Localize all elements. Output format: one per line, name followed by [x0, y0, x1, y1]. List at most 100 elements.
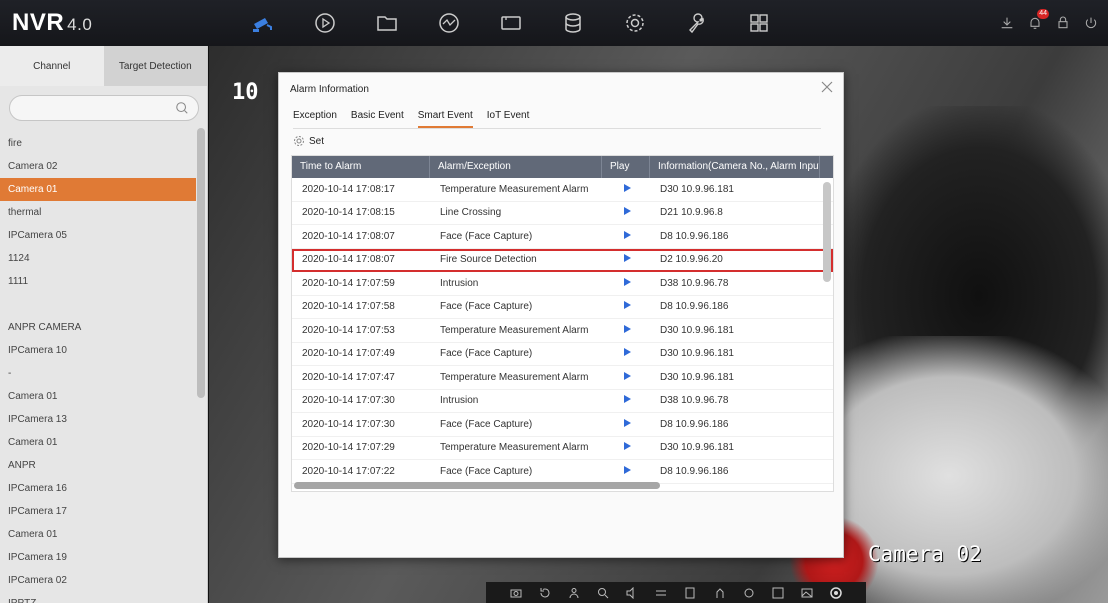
play-button[interactable]: [602, 207, 650, 218]
top-right-controls: 44: [996, 0, 1102, 46]
zoom-icon[interactable]: [596, 586, 610, 600]
tab-target-detection[interactable]: Target Detection: [103, 46, 207, 86]
tab-iot-event[interactable]: IoT Event: [487, 107, 530, 128]
table-row[interactable]: 2020-10-14 17:07:30 Intrusion D38 10.9.96.…: [292, 390, 833, 413]
channel-item[interactable]: ANPR CAMERA: [0, 316, 196, 339]
instant-playback-icon[interactable]: [538, 586, 552, 600]
play-button[interactable]: [602, 465, 650, 477]
channel-item[interactable]: 1111: [0, 270, 196, 293]
play-button[interactable]: [602, 418, 650, 430]
column-information[interactable]: Information(Camera No., Alarm Input: [650, 156, 820, 178]
play-button[interactable]: [602, 183, 650, 195]
maintenance-icon[interactable]: [666, 0, 728, 46]
table-row[interactable]: 2020-10-14 17:07:58 Face (Face Capture) D8…: [292, 296, 833, 319]
file-icon[interactable]: [356, 0, 418, 46]
channel-item[interactable]: IPCamera 10: [0, 339, 196, 362]
play-button[interactable]: [602, 442, 650, 453]
channel-item[interactable]: thermal: [0, 201, 196, 224]
play-button[interactable]: [602, 324, 650, 336]
database-icon[interactable]: [542, 0, 604, 46]
table-row[interactable]: 2020-10-14 17:08:07 Face (Face Capture) D8…: [292, 225, 833, 249]
lock-icon[interactable]: [1052, 12, 1074, 34]
channel-item[interactable]: [0, 293, 196, 316]
table-row[interactable]: 2020-10-14 17:08:07 Fire Source Detection…: [292, 248, 833, 272]
tab-smart-event[interactable]: Smart Event: [417, 107, 473, 128]
play-icon: [624, 348, 631, 357]
power-icon[interactable]: [1080, 12, 1102, 34]
play-button[interactable]: [602, 230, 650, 242]
play-button[interactable]: [602, 277, 650, 289]
channel-item[interactable]: -: [0, 362, 196, 385]
cell-time: 2020-10-14 17:08:15: [302, 207, 395, 219]
channel-search-input[interactable]: [10, 96, 160, 120]
image-icon[interactable]: [800, 586, 814, 600]
ptz-icon[interactable]: [713, 586, 727, 600]
cell-information: D21 10.9.96.8: [660, 207, 723, 219]
settings-icon[interactable]: [604, 0, 666, 46]
storage-device-icon[interactable]: [480, 0, 542, 46]
alarm-type-tabs: Exception Basic Event Smart Event IoT Ev…: [293, 107, 821, 129]
table-row[interactable]: 2020-10-14 17:07:29 Temperature Measureme…: [292, 437, 833, 460]
tab-exception[interactable]: Exception: [293, 107, 337, 128]
channel-item[interactable]: Camera 01: [0, 523, 196, 546]
digital-zoom-icon[interactable]: [742, 586, 756, 600]
info-icon[interactable]: [683, 586, 697, 600]
grid-icon[interactable]: [728, 0, 790, 46]
channel-item[interactable]: Camera 01: [0, 385, 196, 408]
close-icon[interactable]: [819, 79, 835, 95]
column-alarm-exception[interactable]: Alarm/Exception: [430, 156, 602, 178]
thermal-icon[interactable]: [829, 586, 843, 600]
channel-item[interactable]: IPCamera 02: [0, 569, 196, 592]
cell-time: 2020-10-14 17:07:53: [302, 324, 395, 336]
search-icon[interactable]: [175, 101, 189, 115]
cell-information: D30 10.9.96.181: [660, 371, 734, 383]
channel-item[interactable]: Camera 02: [0, 155, 196, 178]
column-time[interactable]: Time to Alarm: [292, 156, 430, 178]
column-play[interactable]: Play: [602, 156, 650, 178]
channel-item[interactable]: IPCamera 19: [0, 546, 196, 569]
tab-channel[interactable]: Channel: [0, 46, 104, 86]
table-row[interactable]: 2020-10-14 17:08:15 Line Crossing D21 10.9…: [292, 202, 833, 225]
cell-alarm-type: Line Crossing: [440, 207, 502, 219]
table-row[interactable]: 2020-10-14 17:08:17 Temperature Measureme…: [292, 178, 833, 202]
channel-item[interactable]: fire: [0, 132, 196, 155]
play-button[interactable]: [602, 348, 650, 359]
play-button[interactable]: [602, 395, 650, 406]
play-button[interactable]: [602, 254, 650, 265]
table-vertical-scrollbar[interactable]: [823, 182, 831, 282]
cell-information: D8 10.9.96.186: [660, 230, 729, 242]
play-button[interactable]: [602, 371, 650, 383]
table-row[interactable]: 2020-10-14 17:07:47 Temperature Measureme…: [292, 366, 833, 390]
channel-item[interactable]: IPCamera 17: [0, 500, 196, 523]
alarm-icon[interactable]: 44: [1024, 9, 1049, 34]
cell-information: D8 10.9.96.186: [660, 418, 729, 430]
tab-basic-event[interactable]: Basic Event: [351, 107, 404, 128]
channel-list-scrollbar[interactable]: [197, 128, 205, 398]
capture-icon[interactable]: [509, 586, 523, 600]
channel-item[interactable]: IPCamera 16: [0, 477, 196, 500]
table-row[interactable]: 2020-10-14 17:07:49 Face (Face Capture) D3…: [292, 343, 833, 366]
smart-analysis-icon[interactable]: [418, 0, 480, 46]
channel-item[interactable]: IPCamera 05: [0, 224, 196, 247]
table-horizontal-scrollbar[interactable]: [294, 482, 660, 489]
play-button[interactable]: [602, 301, 650, 312]
channel-item[interactable]: ANPR: [0, 454, 196, 477]
channel-item[interactable]: IPPTZ: [0, 592, 196, 603]
live-view-icon[interactable]: [232, 0, 294, 46]
table-row[interactable]: 2020-10-14 17:07:59 Intrusion D38 10.9.96.…: [292, 272, 833, 296]
person-icon[interactable]: [567, 586, 581, 600]
table-row[interactable]: 2020-10-14 17:07:53 Temperature Measureme…: [292, 319, 833, 343]
download-icon[interactable]: [996, 12, 1018, 34]
channel-item[interactable]: Camera 01: [0, 431, 196, 454]
channel-item[interactable]: IPCamera 13: [0, 408, 196, 431]
channel-item[interactable]: Camera 01: [0, 178, 196, 201]
audio-icon[interactable]: [625, 586, 639, 600]
set-button[interactable]: Set: [279, 129, 843, 153]
adjust-icon[interactable]: [654, 586, 668, 600]
table-row[interactable]: 2020-10-14 17:07:22 Face (Face Capture) D8…: [292, 460, 833, 484]
target-icon[interactable]: [771, 586, 785, 600]
playback-icon[interactable]: [294, 0, 356, 46]
channel-item[interactable]: 1124: [0, 247, 196, 270]
top-nav: [232, 0, 790, 46]
table-row[interactable]: 2020-10-14 17:07:30 Face (Face Capture) D8…: [292, 413, 833, 437]
